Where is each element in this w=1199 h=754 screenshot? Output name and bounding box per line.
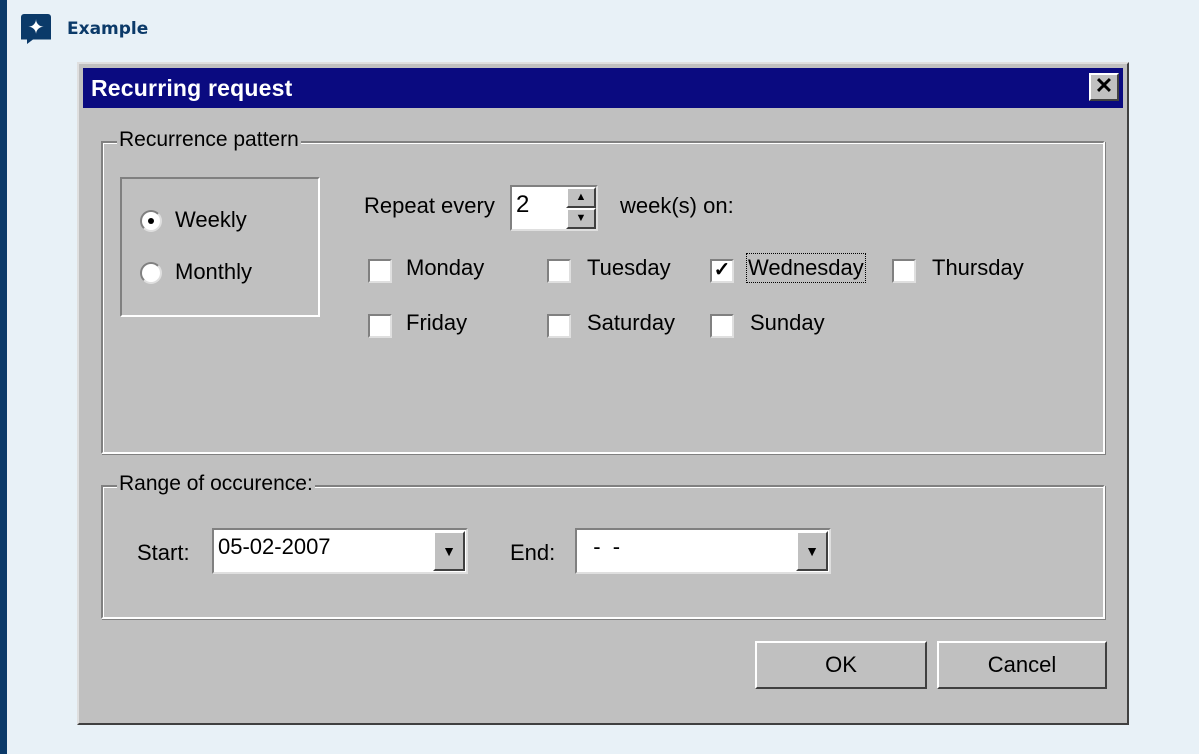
thursday-checkbox[interactable] [892,259,916,283]
wednesday-label: Wednesday [746,253,866,283]
start-label: Start: [137,540,190,565]
thursday-label: Thursday [932,255,1024,280]
chevron-down-icon[interactable]: ▼ [433,531,465,571]
monthly-label: Monthly [175,259,253,284]
friday-label: Friday [406,310,468,335]
repeat-suffix-label: week(s) on: [620,193,734,218]
close-button[interactable]: ✕ [1089,73,1119,101]
start-date-combo[interactable]: 05-02-2007 ▼ [212,528,468,574]
sparkle-icon: ✦ [21,14,51,44]
start-date-value: 05-02-2007 [218,534,331,559]
tuesday-label: Tuesday [587,255,671,280]
repeat-interval-stepper[interactable]: 2 ▲ ▼ [510,185,598,231]
stepper-down-icon[interactable]: ▼ [566,208,596,229]
monday-label: Monday [406,255,485,280]
checkmark-icon: ✓ [713,259,731,281]
chevron-down-icon[interactable]: ▼ [796,531,828,571]
cancel-label: Cancel [987,652,1057,677]
sunday-label: Sunday [750,310,825,335]
callout-header: ✦ Example [21,14,148,44]
end-date-combo[interactable]: - - ▼ [575,528,831,574]
dialog-title: Recurring request [91,74,293,101]
repeat-interval-value: 2 [516,191,530,218]
wednesday-checkbox[interactable]: ✓ [710,259,734,283]
recurrence-pattern-label: Recurrence pattern [117,128,301,152]
stepper-buttons: ▲ ▼ [566,187,596,229]
range-label: Range of occurence: [117,472,315,496]
stepper-up-icon[interactable]: ▲ [566,187,596,208]
end-date-value: - - [581,534,621,559]
sunday-checkbox[interactable] [710,314,734,338]
end-label: End: [510,540,556,565]
close-icon: ✕ [1094,73,1114,98]
callout-title: Example [67,19,149,39]
saturday-checkbox[interactable] [547,314,571,338]
monday-checkbox[interactable] [368,259,392,283]
monthly-radio[interactable] [140,262,162,284]
cancel-button[interactable]: Cancel [937,641,1107,689]
weekly-radio[interactable] [140,210,162,232]
recurring-request-dialog: Recurring request ✕ Recurrence pattern W… [77,62,1129,725]
frequency-radio-group [120,177,320,317]
dialog-titlebar[interactable]: Recurring request ✕ [83,68,1123,108]
friday-checkbox[interactable] [368,314,392,338]
ok-button[interactable]: OK [755,641,927,689]
saturday-label: Saturday [587,310,676,335]
repeat-prefix-label: Repeat every [364,193,495,218]
weekly-label: Weekly [175,207,247,232]
ok-label: OK [825,652,857,677]
tuesday-checkbox[interactable] [547,259,571,283]
